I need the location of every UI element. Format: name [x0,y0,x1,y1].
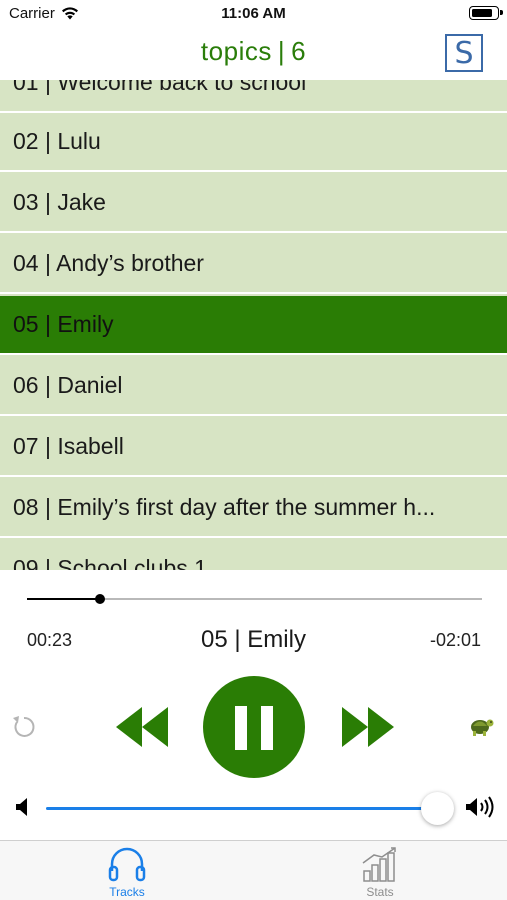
track-item[interactable]: 09 | School clubs 1 [0,540,507,570]
repeat-icon[interactable] [10,713,38,741]
tab-tracks[interactable]: Tracks [72,845,182,899]
track-item[interactable]: 08 | Emily’s first day after the summer … [0,479,507,538]
track-list[interactable]: 01 | Welcome back to school 02 | Lulu 03… [0,80,507,570]
app-title-topics: topics [200,36,272,66]
volume-high-icon [466,796,494,818]
turtle-icon[interactable] [467,712,495,740]
battery-icon [469,6,503,20]
status-time: 11:06 AM [221,5,286,22]
tab-stats-label: Stats [366,885,394,899]
volume-thumb[interactable] [421,792,454,825]
pause-icon [261,706,273,750]
app-title-separator: | [277,36,286,66]
tab-stats[interactable]: Stats [325,845,435,899]
progress-slider[interactable] [27,594,482,604]
track-item[interactable]: 03 | Jake [0,174,507,233]
progress-thumb[interactable] [94,594,105,604]
track-label: 01 | Welcome back to school [13,80,307,95]
fast-forward-icon[interactable] [340,705,396,749]
progress-fill [27,598,100,600]
pause-icon [235,706,247,750]
headphones-icon [108,847,146,882]
app-title-number: 6 [291,36,307,66]
track-item[interactable]: 05 | Emily [0,296,507,355]
tab-tracks-label: Tracks [109,885,145,899]
volume-low-icon [16,798,27,816]
track-item[interactable]: 04 | Andy’s brother [0,235,507,294]
app-title: topics | 6 [0,36,507,67]
track-label: 03 | Jake [13,189,106,215]
remaining-time: -02:01 [429,630,481,650]
volume-slider[interactable] [46,807,438,810]
s-logo-button[interactable]: S [445,34,483,72]
track-item[interactable]: 07 | Isabell [0,418,507,477]
nav-bar: topics | 6 S [0,28,507,80]
track-label: 02 | Lulu [13,128,101,154]
audio-player: 00:23 05 | Emily -02:01 [0,570,507,840]
track-item[interactable]: 06 | Daniel [0,357,507,416]
track-label: 07 | Isabell [13,433,124,459]
track-item[interactable]: 01 | Welcome back to school [0,80,507,113]
pause-button[interactable] [203,676,305,778]
battery-level [472,9,492,17]
track-label: 09 | School clubs 1 [13,555,207,570]
track-label: 06 | Daniel [13,372,123,398]
track-label: 04 | Andy’s brother [13,250,204,276]
status-bar: Carrier 11:06 AM [0,0,507,28]
track-label: 08 | Emily’s first day after the summer … [13,494,436,520]
track-item[interactable]: 02 | Lulu [0,113,507,172]
stats-chart-icon [362,847,396,882]
s-logo-letter: S [454,35,474,71]
tab-bar: Tracks Stats [0,840,507,900]
rewind-icon[interactable] [114,705,170,749]
track-label: 05 | Emily [13,311,114,337]
